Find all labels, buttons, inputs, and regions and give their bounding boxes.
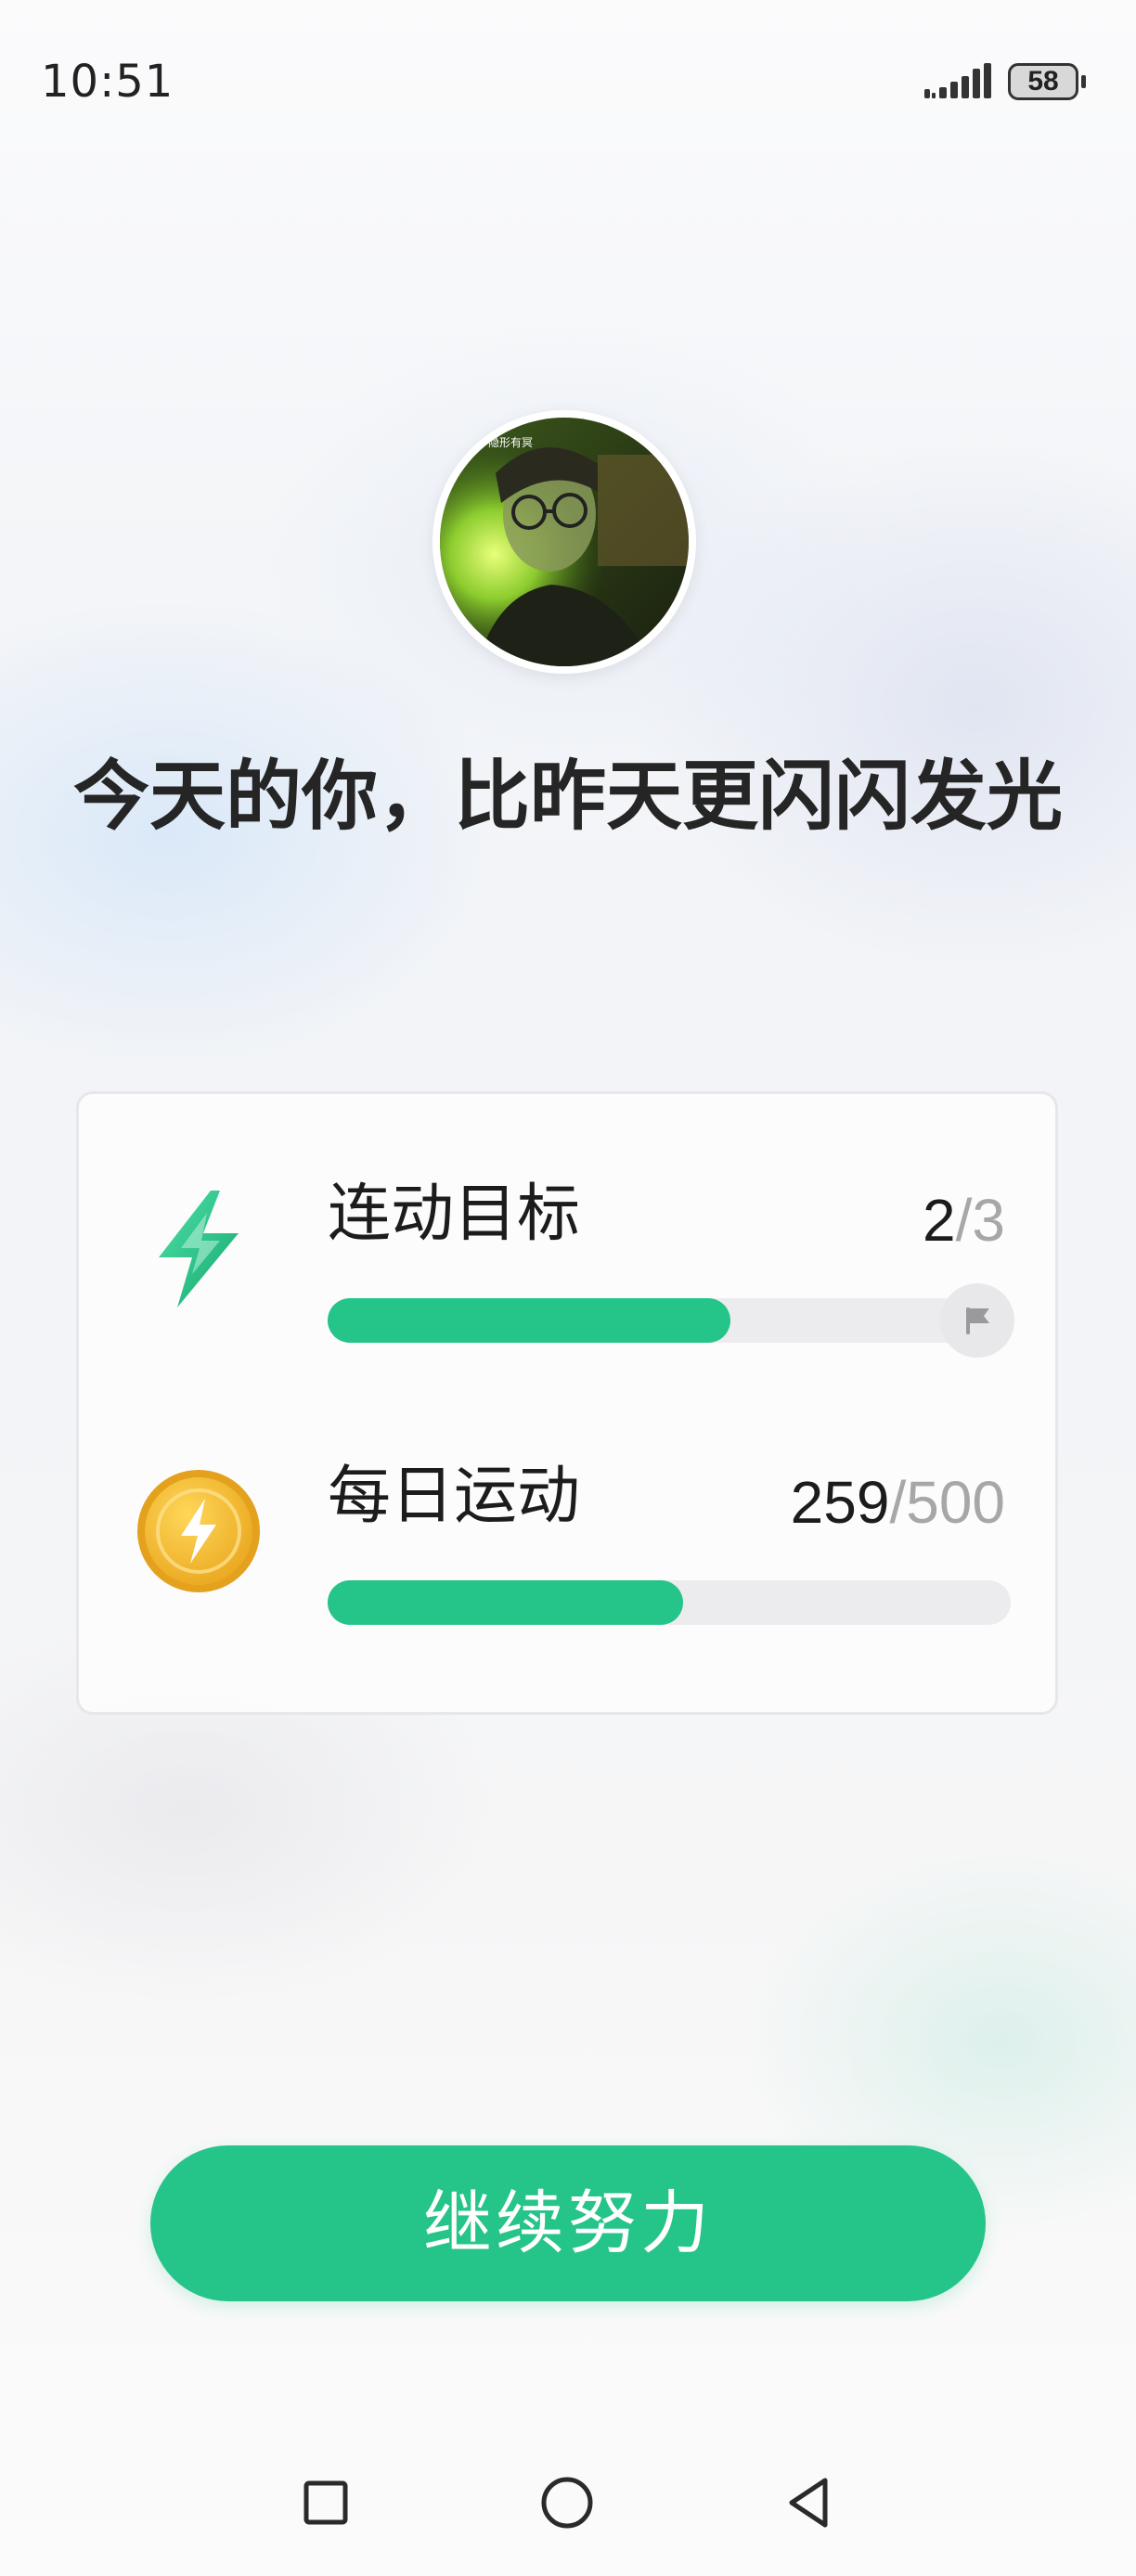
goal-current: 2 (923, 1187, 956, 1254)
back-icon[interactable] (767, 2461, 850, 2544)
coin-lightning-icon (137, 1470, 260, 1592)
flag-icon (940, 1283, 1014, 1358)
battery-level: 58 (1008, 63, 1078, 100)
progress-fill (328, 1298, 731, 1343)
progress-track (328, 1298, 1011, 1343)
home-icon[interactable] (525, 2461, 609, 2544)
status-bar: 10:51 58 (0, 0, 1136, 167)
goal-target: 3 (972, 1187, 1005, 1254)
goal-label: 连动目标 (328, 1178, 581, 1251)
progress-fill (328, 1580, 683, 1625)
goal-value: 259/500 (791, 1465, 1005, 1539)
goal-target: 500 (906, 1469, 1005, 1536)
headline: 今天的你，比昨天更闪闪发光 (72, 753, 1063, 841)
recent-apps-icon[interactable] (284, 2461, 368, 2544)
goal-value: 2/3 (923, 1183, 1005, 1257)
goal-separator: / (889, 1469, 907, 1536)
navigation-bar (0, 2441, 1136, 2576)
continue-button[interactable]: 继续努力 (150, 2145, 986, 2301)
signal-icon (924, 63, 991, 98)
goal-row: 每日运动 259/500 (79, 1460, 1055, 1627)
goal-current: 259 (790, 1469, 890, 1536)
battery-icon: 58 (1008, 63, 1090, 104)
avatar-photo (440, 418, 689, 666)
user-avatar: 隐形有冥 (432, 410, 696, 674)
progress-track (328, 1580, 1011, 1625)
goal-row: 连动目标 2/3 (79, 1178, 1055, 1358)
goal-separator: / (955, 1187, 973, 1254)
lightning-icon (159, 1191, 239, 1307)
goals-card: 连动目标 2/3 每日运动 259/500 (76, 1091, 1058, 1715)
status-time: 10:51 (41, 56, 174, 108)
avatar-caption: 隐形有冥 (488, 436, 534, 449)
goal-label: 每日运动 (328, 1460, 581, 1533)
